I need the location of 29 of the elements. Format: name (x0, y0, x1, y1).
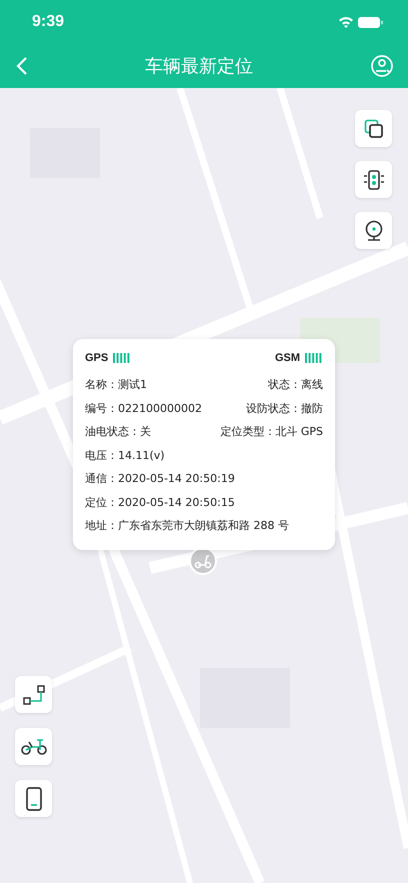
phone-button[interactable] (15, 780, 52, 817)
camera-icon (364, 220, 384, 242)
info-field: 定位类型：北斗 GPS (220, 424, 323, 440)
gsm-signal-icon (305, 353, 323, 363)
info-field: 油电状态：关 (85, 424, 151, 440)
info-field: 编号：022100000002 (85, 400, 202, 416)
info-field: 地址：广东省东莞市大朗镇荔和路 288 号 (85, 518, 289, 534)
route-button[interactable] (15, 676, 52, 713)
layers-icon (364, 118, 384, 138)
wifi-battery-icon (338, 16, 384, 28)
info-field: 设防状态：撤防 (246, 400, 323, 416)
phone-icon (26, 786, 42, 810)
bicycle-icon (20, 738, 46, 756)
gps-signal-icon (113, 353, 132, 363)
info-field: 电压：14.11(v) (85, 448, 165, 463)
camera-button[interactable] (355, 212, 392, 249)
status-time: 9:39 (32, 13, 64, 31)
info-field: 通信：2020-05-14 20:50:19 (85, 471, 235, 486)
info-field: 状态：离线 (268, 377, 323, 392)
gsm-label: GSM (274, 352, 300, 364)
traffic-button[interactable] (355, 161, 392, 198)
info-field: 名称：测试1 (85, 377, 147, 392)
bike-button[interactable] (15, 728, 52, 765)
traffic-light-icon (362, 170, 384, 190)
gps-label: GPS (85, 352, 108, 364)
route-icon (22, 684, 44, 706)
page-title: 车辆最新定位 (145, 55, 253, 78)
layers-button[interactable] (355, 110, 392, 147)
info-field: 定位：2020-05-14 20:50:15 (85, 494, 235, 510)
